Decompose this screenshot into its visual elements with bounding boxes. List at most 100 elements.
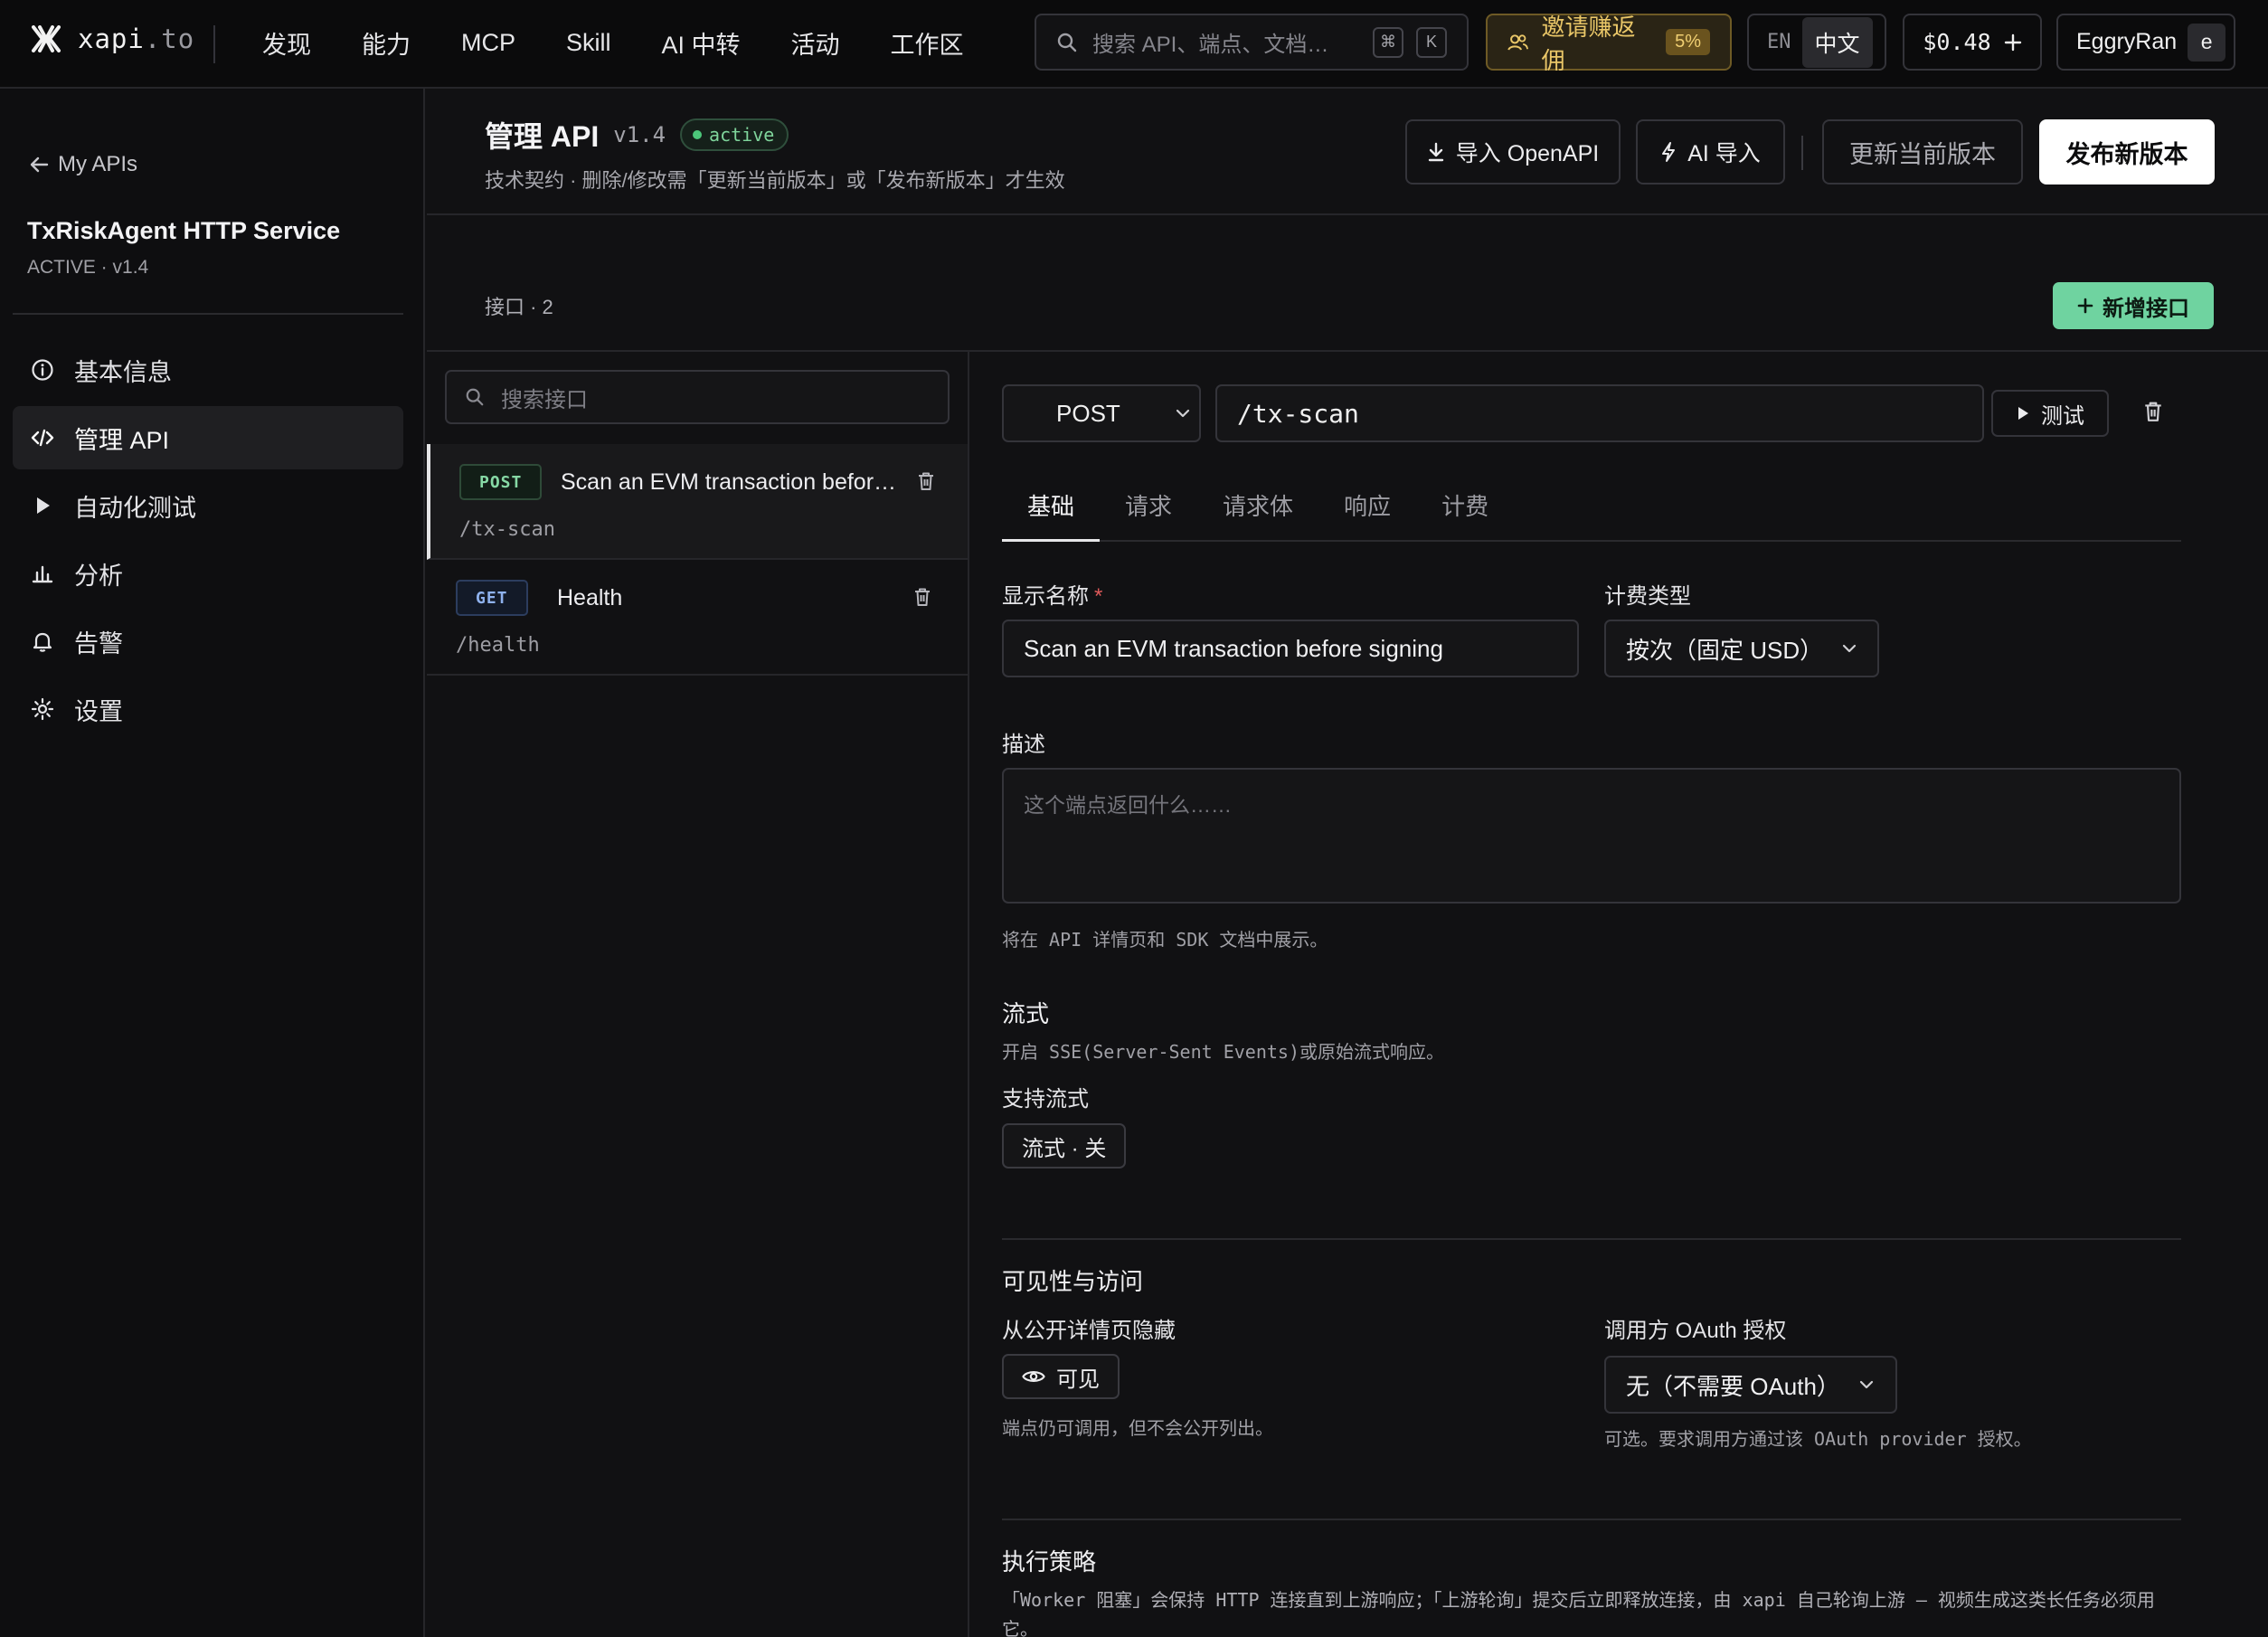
service-status: ACTIVE · v1.4 [27,257,149,278]
tab-billing[interactable]: 计费 [1416,484,1514,542]
trash-icon[interactable] [913,587,931,607]
hide-from-public-label: 从公开详情页隐藏 [1002,1319,1176,1343]
oauth-label: 调用方 OAuth 授权 [1604,1319,1787,1343]
oauth-hint: 可选。要求调用方通过该 OAuth provider 授权。 [1604,1428,2032,1450]
sidebar-item-settings[interactable]: 设置 [13,677,403,741]
page-title: 管理 API [485,120,600,153]
logo[interactable]: xapi.to [31,24,194,54]
invite-button[interactable]: 邀请赚返佣 5% [1486,14,1732,74]
sidebar-item-manage-api[interactable]: 管理 API [13,406,403,469]
update-current-label: 更新当前版本 [1849,140,1996,168]
global-search[interactable]: 搜索 API、端点、文档… ⌘ K [1035,14,1469,71]
divider [1002,1238,2181,1240]
path-input[interactable]: /tx-scan [1215,384,1984,442]
version-label: v1.4 [613,122,666,147]
sidebar: My APIs TxRiskAgent HTTP Service ACTIVE … [0,89,425,1637]
description-textarea[interactable]: 这个端点返回什么…… [1002,768,2181,904]
sidebar-item-label: 告警 [74,629,123,658]
sidebar-item-alerts[interactable]: 告警 [13,610,403,673]
status-badge: active [680,118,789,151]
user-menu[interactable]: EggryRan e [2056,14,2235,71]
divider [13,313,403,315]
add-endpoint-button[interactable]: 新增接口 [2053,282,2214,329]
sidebar-item-label: 基本信息 [74,358,172,386]
users-icon [1507,33,1529,51]
top-bar: xapi.to 发现 能力 MCP Skill AI 中转 活动 工作区 搜索 … [0,0,2268,89]
arrow-left-icon [30,156,49,173]
play-icon [2018,407,2028,420]
nav-ai-relay[interactable]: AI 中转 [662,25,741,61]
info-icon [32,359,53,381]
status-dot [693,130,703,139]
divider [1002,1519,2181,1520]
stream-toggle[interactable]: 流式 · 关 [1002,1123,1127,1169]
billing-type-label: 计费类型 [1604,584,1691,609]
stream-section-title: 流式 [1002,1000,1050,1027]
page-header: 管理 API v1.4 active 技术契约 · 删除/修改需「更新当前版本」… [427,89,2268,215]
search-placeholder: 搜索 API、端点、文档… [1092,33,1329,57]
k-key: K [1416,26,1447,58]
divider [213,25,215,63]
display-name-label: 显示名称 * [1002,584,1103,609]
method-select[interactable]: POST [1002,384,1201,442]
sidebar-item-auto-test[interactable]: 自动化测试 [13,474,403,537]
execution-strategy-title: 执行策略 [1002,1548,1097,1575]
visibility-value: 可见 [1056,1367,1100,1392]
publish-new-version-button[interactable]: 发布新版本 [2039,119,2215,185]
lightning-icon [1662,142,1676,162]
nav-workspace[interactable]: 工作区 [891,25,964,61]
billing-type-value: 按次（固定 USD） [1626,636,1824,664]
username: EggryRan [2076,29,2178,54]
visibility-toggle[interactable]: 可见 [1002,1354,1120,1399]
ai-import-button[interactable]: AI 导入 [1636,119,1785,185]
search-icon [466,388,484,406]
display-name-input[interactable]: Scan an EVM transaction before signing [1002,620,1579,677]
chevron-down-icon [1859,1380,1874,1389]
description-label: 描述 [1002,733,1045,757]
bar-chart-icon [32,565,53,583]
nav-mcp[interactable]: MCP [461,29,515,57]
service-name: TxRiskAgent HTTP Service [27,217,341,244]
description-hint: 将在 API 详情页和 SDK 文档中展示。 [1002,929,1328,951]
language-switch[interactable]: EN 中文 [1747,14,1886,71]
trash-icon[interactable] [917,471,935,491]
nav-skill[interactable]: Skill [566,29,611,57]
test-button[interactable]: 测试 [1991,390,2109,437]
oauth-select[interactable]: 无（不需要 OAuth） [1604,1356,1897,1414]
test-label: 测试 [2041,403,2084,429]
back-to-my-apis[interactable]: My APIs [29,152,137,177]
bell-icon [33,632,52,652]
import-openapi-label: 导入 OpenAPI [1455,141,1600,166]
plus-icon [2004,33,2021,51]
tab-request-body[interactable]: 请求体 [1197,484,1318,542]
sidebar-item-label: 自动化测试 [74,494,196,522]
chevron-down-icon [1176,409,1189,418]
endpoint-search-placeholder: 搜索接口 [501,387,588,412]
sidebar-item-analytics[interactable]: 分析 [13,542,403,605]
endpoint-item-health[interactable]: GET Health /health [427,560,968,676]
endpoint-path: /tx-scan [459,518,555,541]
lang-zh[interactable]: 中文 [1801,16,1873,68]
endpoint-item-tx-scan[interactable]: POST Scan an EVM transaction before sign… [427,444,968,560]
chevron-down-icon [1843,644,1857,653]
tab-response[interactable]: 响应 [1318,484,1416,542]
lang-en[interactable]: EN [1767,31,1791,53]
endpoint-path: /health [456,634,540,657]
cmd-key: ⌘ [1373,26,1403,58]
update-current-version-button[interactable]: 更新当前版本 [1822,119,2023,185]
stream-support-label: 支持流式 [1002,1087,1089,1112]
tab-basic[interactable]: 基础 [1002,484,1101,542]
balance-button[interactable]: $0.48 [1903,14,2042,71]
play-icon [37,497,50,514]
nav-events[interactable]: 活动 [791,25,840,61]
nav-capabilities[interactable]: 能力 [362,25,411,61]
tab-request[interactable]: 请求 [1100,484,1197,542]
endpoint-search-input[interactable]: 搜索接口 [445,370,950,424]
sidebar-item-basic-info[interactable]: 基本信息 [13,338,403,402]
nav-discover[interactable]: 发现 [262,25,311,61]
delete-endpoint-trash-icon[interactable] [2143,401,2163,422]
billing-type-select[interactable]: 按次（固定 USD） [1604,620,1879,677]
import-openapi-button[interactable]: 导入 OpenAPI [1405,119,1621,185]
endpoint-list: 搜索接口 POST Scan an EVM transaction before… [427,352,969,1637]
page-subtitle: 技术契约 · 删除/修改需「更新当前版本」或「发布新版本」才生效 [485,169,1065,192]
